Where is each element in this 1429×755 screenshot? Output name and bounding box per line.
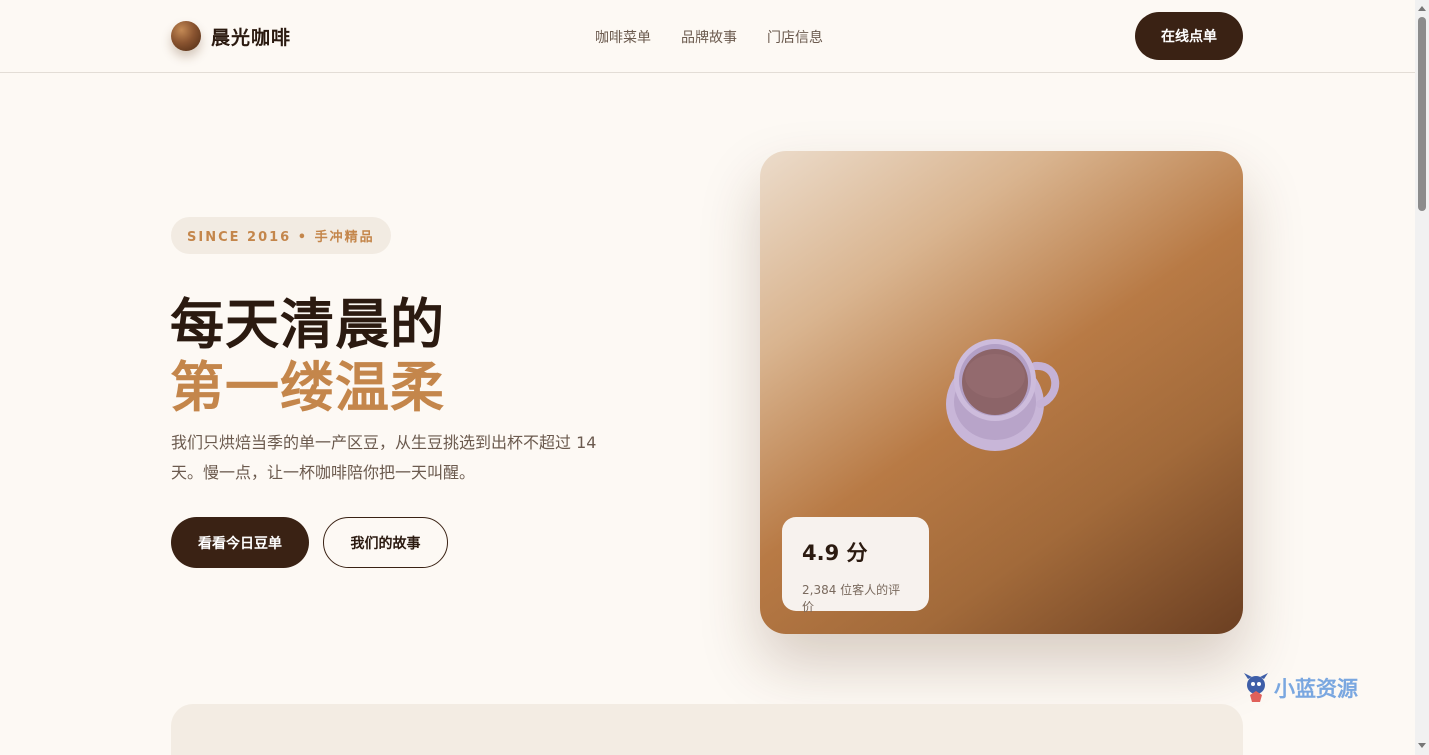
watermark: 小蓝资源 (1242, 673, 1358, 703)
hero-description: 我们只烘焙当季的单一产区豆，从生豆挑选到出杯不超过 14 天。慢一点，让一杯咖啡… (171, 433, 597, 482)
our-story-button[interactable]: 我们的故事 (323, 517, 448, 568)
stats-panel (171, 704, 1243, 755)
nav-item-menu[interactable]: 咖啡菜单 (595, 27, 651, 47)
watermark-text: 小蓝资源 (1274, 677, 1358, 701)
hero-image-card: 4.9 分 2,384 位客人的评价 (760, 151, 1243, 634)
nav-item-story[interactable]: 品牌故事 (681, 27, 737, 47)
rating-card: 4.9 分 2,384 位客人的评价 (782, 517, 929, 614)
since-badge: SINCE 2016 • 手冲精品 (171, 217, 391, 254)
rating-count: 2,384 位客人的评价 (802, 583, 901, 614)
hero-title-line2: 第一缕温柔 (170, 356, 445, 419)
brand-name: 晨光咖啡 (211, 26, 292, 49)
nav-item-stores[interactable]: 门店信息 (767, 27, 823, 47)
view-beans-button[interactable]: 看看今日豆单 (171, 517, 309, 568)
scroll-up-arrow-icon[interactable] (1418, 6, 1426, 11)
vertical-scrollbar[interactable] (1415, 0, 1429, 755)
brand-logo[interactable]: 晨光咖啡 (171, 21, 291, 51)
scroll-down-arrow-icon[interactable] (1418, 743, 1426, 748)
rating-score: 4.9 分 (802, 541, 868, 565)
order-online-button[interactable]: 在线点单 (1135, 12, 1243, 60)
site-header: 晨光咖啡 咖啡菜单 品牌故事 门店信息 在线点单 (0, 0, 1415, 73)
logo-ball-icon (171, 21, 201, 51)
scroll-thumb[interactable] (1418, 17, 1426, 211)
watermark-mascot-icon (1244, 673, 1268, 702)
coffee-cup-icon (946, 339, 1060, 451)
main-nav: 咖啡菜单 品牌故事 门店信息 (595, 27, 823, 47)
